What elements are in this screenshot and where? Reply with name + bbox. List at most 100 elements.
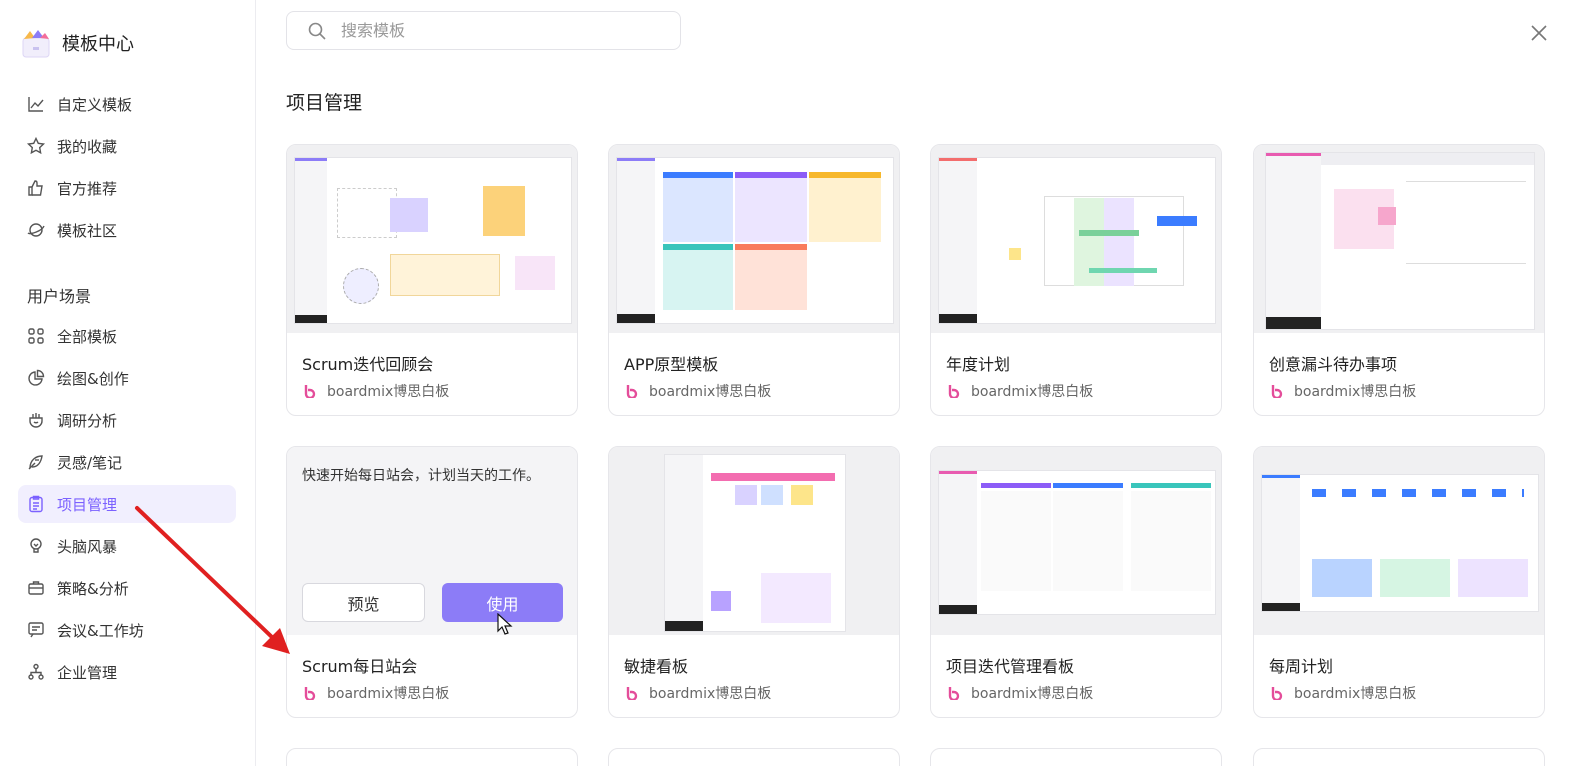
nav-item-favorites[interactable]: 我的收藏	[18, 127, 236, 165]
search-box[interactable]	[286, 11, 681, 50]
star-icon	[26, 136, 46, 156]
template-author: boardmix博思白板	[1271, 381, 1416, 401]
feather-icon	[26, 452, 46, 472]
template-card[interactable]: 项目迭代管理看板 boardmix博思白板	[930, 446, 1222, 718]
org-chart-icon	[26, 662, 46, 682]
meeting-icon	[26, 620, 46, 640]
template-title: 敏捷看板	[624, 657, 689, 676]
nav-item-label: 灵感/笔记	[57, 453, 123, 472]
author-name: boardmix博思白板	[649, 384, 772, 400]
preview-button[interactable]: 预览	[302, 583, 425, 622]
nav-item-research[interactable]: 调研分析	[18, 401, 236, 439]
nav-item-label: 官方推荐	[57, 179, 118, 198]
nav-item-label: 调研分析	[57, 411, 118, 430]
pie-chart-icon	[26, 368, 46, 388]
template-card-partial[interactable]	[608, 748, 900, 766]
thumbs-up-icon	[26, 178, 46, 198]
boardmix-logo-icon	[626, 686, 640, 702]
nav-item-label: 头脑风暴	[57, 537, 118, 556]
template-card[interactable]: 每周计划 boardmix博思白板	[1253, 446, 1545, 718]
template-author: boardmix博思白板	[948, 381, 1093, 401]
template-card[interactable]: Scrum迭代回顾会 boardmix博思白板	[286, 144, 578, 416]
template-author: boardmix博思白板	[626, 381, 771, 401]
template-thumbnail	[931, 145, 1221, 333]
author-name: boardmix博思白板	[327, 384, 450, 400]
template-thumbnail	[931, 447, 1221, 635]
page-title: 模板中心	[62, 34, 134, 55]
boardmix-logo-icon	[626, 384, 640, 400]
boardmix-logo-icon	[948, 384, 962, 400]
template-card-hovered[interactable]: 快速开始每日站会，计划当天的工作。 预览 使用 Scrum每日站会 boardm…	[286, 446, 578, 718]
template-thumbnail	[1254, 145, 1544, 333]
mouse-cursor-icon	[497, 612, 513, 635]
template-title: 创意漏斗待办事项	[1269, 355, 1398, 374]
grid-icon	[26, 326, 46, 346]
nav-item-custom-templates[interactable]: 自定义模板	[18, 85, 236, 123]
template-thumbnail	[609, 145, 899, 333]
nav-item-strategy[interactable]: 策略&分析	[18, 569, 236, 607]
template-card[interactable]: 年度计划 boardmix博思白板	[930, 144, 1222, 416]
section-title-project-management: 项目管理	[286, 92, 363, 114]
template-author: boardmix博思白板	[626, 683, 771, 703]
template-title: 每周计划	[1269, 657, 1334, 676]
author-name: boardmix博思白板	[327, 686, 450, 702]
nav-item-label: 绘图&创作	[57, 369, 129, 388]
research-icon	[26, 410, 46, 430]
boardmix-logo-icon	[304, 686, 318, 702]
template-author: boardmix博思白板	[304, 683, 449, 703]
template-author: boardmix博思白板	[304, 381, 449, 401]
nav-item-label: 项目管理	[57, 495, 118, 514]
nav-item-recommended[interactable]: 官方推荐	[18, 169, 236, 207]
briefcase-icon	[26, 578, 46, 598]
planet-icon	[26, 220, 46, 240]
boardmix-logo-icon	[1271, 686, 1285, 702]
brand: 模板中心	[22, 28, 134, 58]
nav-item-brainstorm[interactable]: 头脑风暴	[18, 527, 236, 565]
template-title: 年度计划	[946, 355, 1011, 374]
template-card[interactable]: 创意漏斗待办事项 boardmix博思白板	[1253, 144, 1545, 416]
nav-item-enterprise[interactable]: 企业管理	[18, 653, 236, 691]
template-center-logo-icon	[22, 28, 50, 58]
nav-item-label: 策略&分析	[57, 579, 129, 598]
close-icon[interactable]	[1528, 22, 1550, 44]
template-description: 快速开始每日站会，计划当天的工作。	[302, 468, 540, 484]
template-title: Scrum每日站会	[302, 657, 418, 676]
bulb-icon	[26, 536, 46, 556]
nav-item-project-management[interactable]: 项目管理	[18, 485, 236, 523]
nav-item-drawing[interactable]: 绘图&创作	[18, 359, 236, 397]
nav-item-meeting[interactable]: 会议&工作坊	[18, 611, 236, 649]
template-card-partial[interactable]	[286, 748, 578, 766]
nav-item-community[interactable]: 模板社区	[18, 211, 236, 249]
nav-item-label: 全部模板	[57, 327, 118, 346]
nav-item-label: 模板社区	[57, 221, 118, 240]
template-title: APP原型模板	[624, 355, 719, 374]
search-icon	[307, 21, 327, 41]
nav-item-all-templates[interactable]: 全部模板	[18, 317, 236, 355]
template-card[interactable]: APP原型模板 boardmix博思白板	[608, 144, 900, 416]
template-author: boardmix博思白板	[948, 683, 1093, 703]
template-thumbnail	[1254, 447, 1544, 635]
boardmix-logo-icon	[1271, 384, 1285, 400]
boardmix-logo-icon	[304, 384, 318, 400]
nav-item-label: 企业管理	[57, 663, 118, 682]
search-input[interactable]	[341, 21, 641, 40]
nav-item-inspiration[interactable]: 灵感/笔记	[18, 443, 236, 481]
template-card-partial[interactable]	[1253, 748, 1545, 766]
template-title: Scrum迭代回顾会	[302, 355, 434, 374]
template-title: 项目迭代管理看板	[946, 657, 1075, 676]
author-name: boardmix博思白板	[1294, 384, 1417, 400]
sidebar: 模板中心 自定义模板 我的收藏 官方推荐 模板社区 用户场景 全部模板 绘图&创…	[0, 0, 256, 766]
boardmix-logo-icon	[948, 686, 962, 702]
template-author: boardmix博思白板	[1271, 683, 1416, 703]
chart-line-icon	[26, 94, 46, 114]
nav-item-label: 会议&工作坊	[57, 621, 144, 640]
template-thumbnail	[287, 145, 577, 333]
author-name: boardmix博思白板	[971, 686, 1094, 702]
template-thumbnail	[609, 447, 899, 635]
section-title-scenes: 用户场景	[27, 287, 92, 306]
template-hover-panel: 快速开始每日站会，计划当天的工作。 预览 使用	[287, 447, 577, 635]
template-card[interactable]: 敏捷看板 boardmix博思白板	[608, 446, 900, 718]
author-name: boardmix博思白板	[1294, 686, 1417, 702]
template-card-partial[interactable]	[930, 748, 1222, 766]
author-name: boardmix博思白板	[971, 384, 1094, 400]
